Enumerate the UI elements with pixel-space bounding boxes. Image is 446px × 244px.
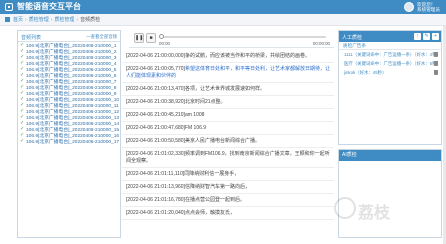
segment-text: 点点会师，触摸友氏， <box>184 210 235 216</box>
manual-check-subheader[interactable]: 质检广告条 <box>339 42 441 50</box>
segment-time: [2022-04-06 21:00:13,470] <box>126 86 185 92</box>
segment-text: 同降纳财利信一展身手， <box>184 171 240 177</box>
current-time: 00:00 <box>159 41 170 46</box>
app-title: 智能语音交互平台 <box>17 2 81 11</box>
transcript-segment[interactable]: [2022-04-06 21:00:00,000]争的试鹅，而应该被当作和平的桥… <box>122 50 334 63</box>
check-tag-item[interactable]: 1111（关键词命中：广告运播一条）（好水：4秒） <box>339 50 441 59</box>
check-tag-label: 医疗（关键词命中：广告运播一条）（好水：5秒） <box>344 61 441 66</box>
watermark-logo <box>334 197 356 219</box>
segment-time: [2022-04-06 21:00:45,210] <box>126 112 185 118</box>
transcript-segment[interactable]: [2022-04-06 21:01:13,960]信降纳财智汽车第一路向后， <box>122 181 334 194</box>
segment-time: [2022-04-06 21:00:05,770] <box>126 66 185 72</box>
transcript-panel: [2022-04-06 21:00:00,000]争的试鹅，而应该被当作和平的桥… <box>122 50 334 240</box>
segment-text: 各项，让艺术世界城发展速如何样。 <box>184 86 265 92</box>
breadcrumb-item[interactable]: 质检管理 <box>54 16 74 23</box>
logo-icon <box>5 3 13 11</box>
add-icon[interactable]: + <box>432 33 439 40</box>
user-greeting: 欢迎您！ 系统管理员 <box>417 2 440 12</box>
transcript-segment[interactable]: [2022-04-06 21:00:47,680]FM 106.9 <box>122 122 334 135</box>
pause-button[interactable]: ❚❚ <box>134 33 144 43</box>
transcript-segment[interactable]: [2022-04-06 21:00:38,920]北京时间21点整。 <box>122 96 334 109</box>
segment-time: [2022-04-06 21:00:00,000] <box>126 53 185 59</box>
audio-player: ❚❚ ■ 00:00 00:00:00 <box>129 31 334 48</box>
app-header: 智能语音交互平台 欢迎您！ 系统管理员 <box>0 0 446 14</box>
audio-list-header: 音频列表 一查看全部音频 <box>18 31 120 42</box>
transcript-segment[interactable]: [2022-04-06 21:00:45,210]am 1008 <box>122 109 334 122</box>
breadcrumb-separator: › <box>76 16 79 23</box>
pause-icon: ❚❚ <box>135 35 144 41</box>
segment-text: 在播点营公园登一起到后。 <box>184 197 245 203</box>
transcript-segment[interactable]: [2022-04-06 21:01:16,780]在播点营公园登一起到后。 <box>122 194 334 207</box>
breadcrumb-item[interactable]: 质检管理 <box>29 16 49 23</box>
transcript-segment[interactable]: [2022-04-06 21:00:13,470]各项，让艺术世界城发展速如何样… <box>122 83 334 96</box>
breadcrumb-separator: › <box>50 16 53 23</box>
transcript-segment[interactable]: [2022-04-06 21:01:20,040]点点会师，触摸友氏， <box>122 207 334 220</box>
breadcrumb-current: 音频质检 <box>80 17 101 23</box>
progress-knob[interactable] <box>159 34 164 39</box>
breadcrumb-separator: › <box>25 16 27 23</box>
transcript-segment[interactable]: [2022-04-06 21:01:11,110]同降纳财利信一展身手， <box>122 168 334 181</box>
user-area[interactable]: 欢迎您！ 系统管理员 <box>404 1 440 13</box>
stop-button[interactable]: ■ <box>146 33 156 43</box>
user-role[interactable]: 系统管理员 <box>417 7 440 12</box>
progress-track[interactable] <box>159 34 326 39</box>
avatar[interactable] <box>404 2 415 12</box>
segment-text: 信降纳财智汽车第一路向后， <box>184 184 250 190</box>
check-tag-label: jinkok（好水：45秒） <box>344 70 387 75</box>
transcript-segment[interactable]: [2022-04-06 21:00:05,770]希望这体育日处和平，和平等日处… <box>122 63 334 83</box>
segment-text: 北京时间21点整。 <box>184 99 226 105</box>
check-tag-item[interactable]: jinkok（好水：45秒） <box>339 68 441 77</box>
audio-list-panel: 音频列表 一查看全部音频 ✓ 106.9[北京广播电台]_20220406-210… <box>17 30 121 238</box>
manual-check-header: 人工质检 ↑ ✎ + <box>339 31 441 42</box>
audio-list-item[interactable]: ✓ 106.9[北京广播电台]_20220406-210000_17 <box>18 138 120 144</box>
upload-icon[interactable]: ↑ <box>414 33 421 40</box>
check-tag-label: 1111（关键词命中：广告运播一条）（好水：4秒） <box>344 52 441 57</box>
segment-time: [2022-04-06 21:00:50,580] <box>126 138 185 144</box>
segment-time: [2022-04-06 21:01:11,110] <box>126 171 185 177</box>
segment-text: 美京人民广播电台新闻综合广播。 <box>184 138 260 144</box>
check-tag-item[interactable]: 医疗（关键词命中：广告运播一条）（好水：5秒） <box>339 59 441 68</box>
segment-time: [2022-04-06 21:01:02,330] <box>126 151 185 157</box>
ai-check-title: AI质检 <box>339 150 441 161</box>
trash-icon[interactable] <box>434 61 438 66</box>
watermark: 荔枝 <box>334 197 404 222</box>
manual-check-box: 人工质检 ↑ ✎ + 质检广告条 1111（关键词命中：广告运播一条）（好水：4… <box>338 30 442 145</box>
trash-icon[interactable] <box>434 52 438 57</box>
edit-icon[interactable]: ✎ <box>423 33 430 40</box>
segment-text: 争的试鹅，而应该被当作和平的桥梁，共绘团结的画卷。 <box>184 53 310 59</box>
view-all-audio-link[interactable]: 一查看全部音频 <box>86 34 117 40</box>
watermark-text: 荔枝 <box>358 205 391 222</box>
segment-text: am 1008 <box>184 112 205 118</box>
segment-time: [2022-04-06 21:00:38,920] <box>126 99 185 105</box>
segment-time: [2022-04-06 21:01:16,780] <box>126 197 185 203</box>
total-time: 00:00:00 <box>312 41 330 46</box>
segment-text: FM 106.9 <box>184 125 207 131</box>
segment-time: [2022-04-06 21:01:13,960] <box>126 184 185 190</box>
trash-icon[interactable] <box>434 70 438 75</box>
breadcrumb: 首页 › 质检管理 › 质检管理 › 音频质检 <box>0 14 446 26</box>
manual-check-title: 人工质检 <box>342 35 363 41</box>
audio-list: ✓ 106.9[北京广播电台]_20220406-210000_1 ✓ 106.9[北… <box>18 42 120 144</box>
audio-list-title: 音频列表 <box>21 35 42 41</box>
segment-time: [2022-04-06 21:01:20,040] <box>126 210 185 216</box>
home-icon[interactable] <box>5 17 10 22</box>
stop-icon: ■ <box>149 35 153 41</box>
segment-time: [2022-04-06 21:00:47,680] <box>126 125 185 131</box>
ai-check-box: AI质检 <box>338 149 442 238</box>
audio-list-item-label: 106.9[北京广播电台]_20220406-210000_17 <box>26 139 120 145</box>
breadcrumb-home[interactable]: 首页 <box>13 16 23 23</box>
tag-list: 1111（关键词命中：广告运播一条）（好水：4秒） 医疗（关键词命中：广告运播一条… <box>339 50 441 77</box>
transcript-segment[interactable]: [2022-04-06 21:01:02,330]频率调到FM106.9，找到南… <box>122 148 334 168</box>
transcript-segment[interactable]: [2022-04-06 21:00:50,580]美京人民广播电台新闻综合广播。 <box>122 135 334 148</box>
